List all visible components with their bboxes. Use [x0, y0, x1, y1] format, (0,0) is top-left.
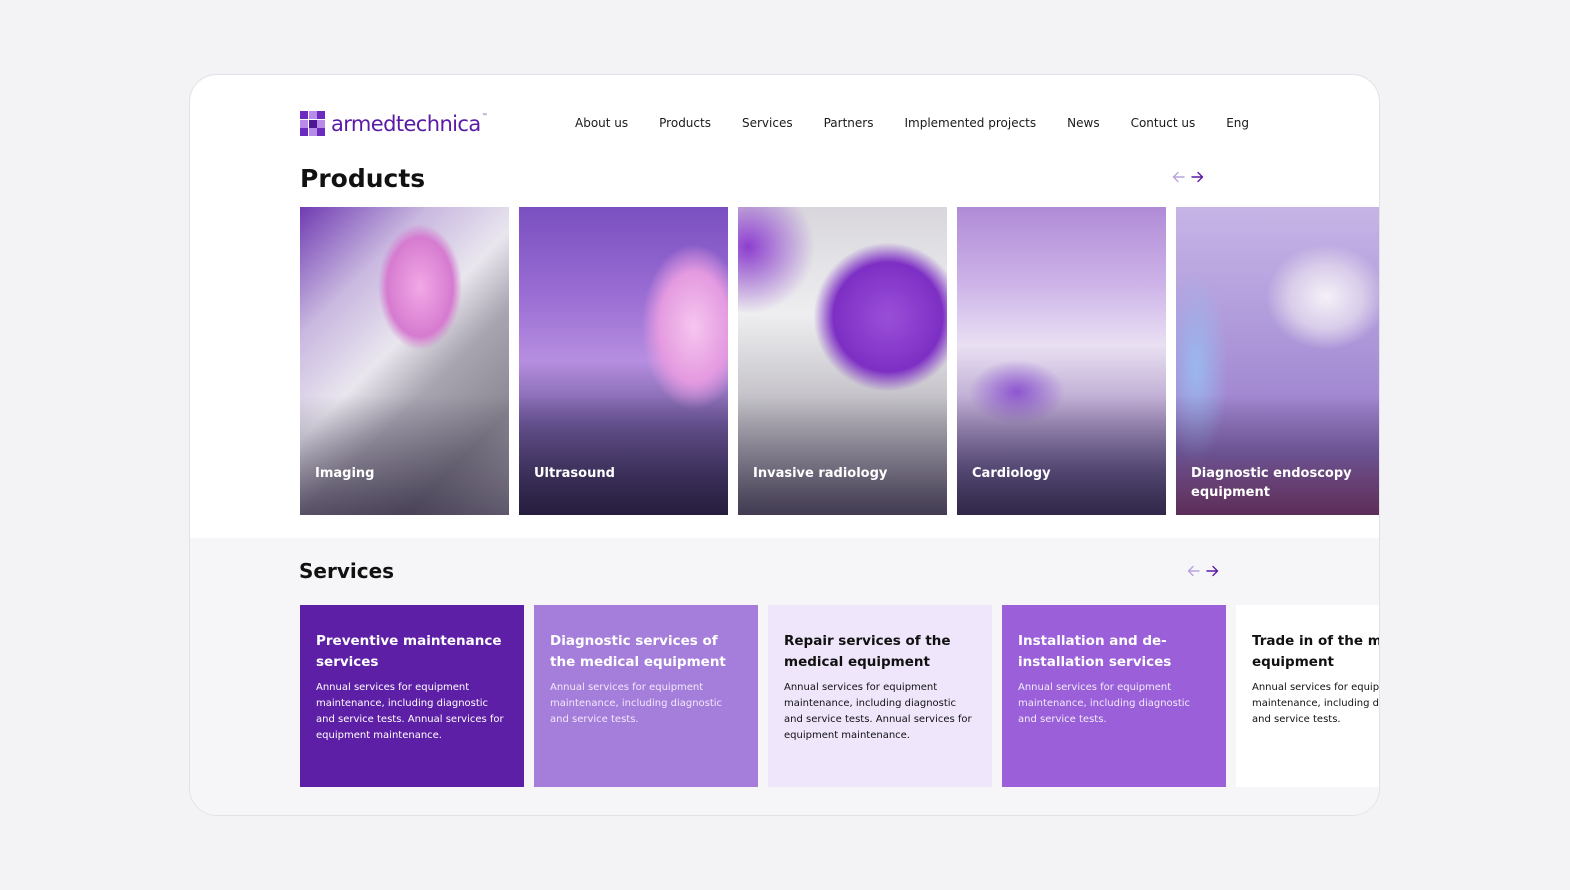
service-card-title: Preventive maintenance services: [316, 633, 502, 670]
product-card-imaging[interactable]: Imaging: [300, 207, 509, 515]
services-carousel: Preventive maintenance services Annual s…: [300, 605, 1380, 787]
products-section-title: Products: [300, 164, 426, 193]
main-navigation: About us Products Services Partners Impl…: [575, 116, 1249, 130]
service-card-description: Annual services for equipment maintenanc…: [316, 682, 504, 741]
product-label: Diagnostic endoscopy equipment: [1191, 466, 1352, 500]
service-card-trade-in[interactable]: Trade in of the medical equipment Annual…: [1236, 605, 1380, 787]
services-carousel-controls: [1187, 565, 1219, 577]
service-card-description: Annual services for equipment maintenanc…: [550, 682, 723, 725]
arrow-right-icon[interactable]: [1206, 565, 1219, 577]
service-card-title: Trade in of the medical equipment: [1252, 633, 1379, 670]
product-label: Imaging: [315, 466, 375, 481]
brand-logo[interactable]: armedtechnica ™: [300, 111, 488, 136]
service-card-description: Annual services for equipment maintenanc…: [1018, 682, 1191, 725]
service-card-description: Annual services for equipment maintenanc…: [1252, 682, 1380, 725]
nav-contact-us[interactable]: Contuct us: [1131, 116, 1196, 130]
service-card-title: Installation and de-installation service…: [1018, 633, 1172, 670]
nav-news[interactable]: News: [1067, 116, 1099, 130]
logo-mark-icon: [300, 111, 325, 136]
brand-name: armedtechnica: [331, 111, 481, 136]
nav-implemented-projects[interactable]: Implemented projects: [904, 116, 1036, 130]
arrow-left-icon[interactable]: [1187, 565, 1200, 577]
browser-page-frame: armedtechnica ™ About us Products Servic…: [189, 74, 1380, 816]
nav-about-us[interactable]: About us: [575, 116, 628, 130]
language-selector[interactable]: Eng: [1226, 116, 1249, 130]
product-card-diagnostic-endoscopy[interactable]: Diagnostic endoscopy equipment: [1176, 207, 1379, 515]
arrow-left-icon[interactable]: [1172, 171, 1185, 183]
nav-partners[interactable]: Partners: [824, 116, 874, 130]
services-section-title: Services: [299, 559, 395, 583]
arrow-right-icon[interactable]: [1191, 171, 1204, 183]
product-card-invasive-radiology[interactable]: Invasive radiology: [738, 207, 947, 515]
product-card-cardiology[interactable]: Cardiology: [957, 207, 1166, 515]
trademark-symbol: ™: [481, 113, 488, 120]
service-card-description: Annual services for equipment maintenanc…: [784, 682, 972, 741]
service-card-repair-services[interactable]: Repair services of the medical equipment…: [768, 605, 992, 787]
products-carousel-controls: [1172, 171, 1204, 183]
service-card-diagnostic-services[interactable]: Diagnostic services of the medical equip…: [534, 605, 758, 787]
product-label: Invasive radiology: [753, 466, 888, 481]
product-card-ultrasound[interactable]: Ultrasound: [519, 207, 728, 515]
service-card-title: Diagnostic services of the medical equip…: [550, 633, 726, 670]
products-carousel: Imaging Ultrasound Invasive radiology Ca…: [300, 207, 1379, 515]
nav-services[interactable]: Services: [742, 116, 793, 130]
nav-products[interactable]: Products: [659, 116, 711, 130]
service-card-installation[interactable]: Installation and de-installation service…: [1002, 605, 1226, 787]
product-label: Cardiology: [972, 466, 1051, 481]
service-card-preventive-maintenance[interactable]: Preventive maintenance services Annual s…: [300, 605, 524, 787]
product-label: Ultrasound: [534, 466, 615, 481]
service-card-title: Repair services of the medical equipment: [784, 633, 951, 670]
